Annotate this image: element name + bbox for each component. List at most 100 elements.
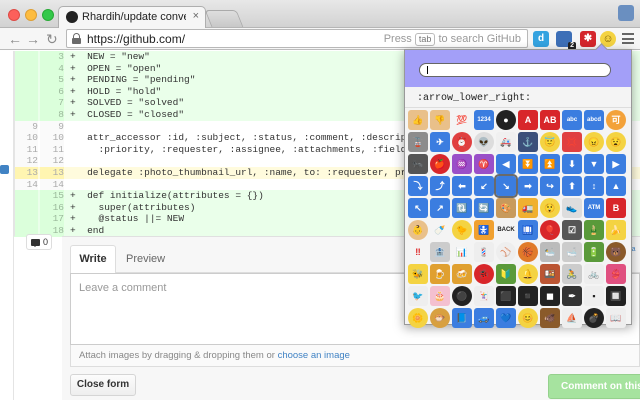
- emoji-blossom-icon[interactable]: 🌼: [408, 308, 428, 328]
- emoji-bomb-icon[interactable]: 💣: [584, 308, 604, 328]
- emoji-b-icon[interactable]: B: [606, 198, 626, 218]
- emoji-arrow-up-small-icon[interactable]: ▲: [606, 176, 626, 196]
- close-window-button[interactable]: [8, 9, 20, 21]
- emoji-baby-icon[interactable]: 👶: [408, 220, 428, 240]
- new-line-number[interactable]: 14: [40, 178, 64, 191]
- emoji-bathtub-icon[interactable]: 🛁: [562, 242, 582, 262]
- choose-image-link[interactable]: choose an image: [278, 350, 350, 361]
- new-line-number[interactable]: 16: [40, 201, 64, 214]
- emoji-bath-icon[interactable]: 🛀: [540, 242, 560, 262]
- emoji-arrow-lower-left-icon[interactable]: ↙: [474, 176, 494, 196]
- old-line-number[interactable]: [14, 108, 38, 121]
- emoji-aerial-tramway-icon[interactable]: 🚡: [408, 132, 428, 152]
- emoji-arrow-down-small-icon[interactable]: ▼: [584, 154, 604, 174]
- emoji-ab-icon[interactable]: AB: [540, 110, 560, 130]
- new-line-number[interactable]: 7: [40, 97, 64, 109]
- comment-submit-button[interactable]: Comment on this l: [548, 374, 640, 399]
- emoji-baby-chick-icon[interactable]: 🐤: [452, 220, 472, 240]
- emoji-bell-icon[interactable]: 🔔: [518, 264, 538, 284]
- emoji-art-icon[interactable]: 🎨: [496, 198, 516, 218]
- emoji-bee-icon[interactable]: 🐝: [408, 264, 428, 284]
- emoji-baggage-claim-icon[interactable]: 🛄: [518, 220, 538, 240]
- emoji-beers-icon[interactable]: 🍻: [452, 264, 472, 284]
- emoji-bird-icon[interactable]: 🐦: [408, 286, 428, 306]
- emoji-angry-icon[interactable]: 😠: [584, 132, 604, 152]
- emoji-boar-icon[interactable]: 🐗: [540, 308, 560, 328]
- emoji-anchor-icon[interactable]: ⚓: [518, 132, 538, 152]
- old-line-number[interactable]: [14, 97, 38, 109]
- emoji-blue-heart-icon[interactable]: 💙: [496, 308, 516, 328]
- emoji-back-icon[interactable]: BACK: [496, 220, 516, 240]
- emoji-arrow-double-down-icon[interactable]: ⏬: [518, 154, 538, 174]
- emoji-arrow-heading-up-icon[interactable]: ⤴: [430, 176, 450, 196]
- emoji-angel-icon[interactable]: 😇: [540, 132, 560, 152]
- emoji-apple-icon[interactable]: 🍎: [430, 154, 450, 174]
- reload-icon[interactable]: ↻: [46, 30, 58, 48]
- add-line-comment-icon[interactable]: [0, 165, 9, 174]
- emoji-8ball-icon[interactable]: ●: [496, 110, 516, 130]
- star-extension-icon[interactable]: ✱: [580, 31, 596, 47]
- emoji-a-icon[interactable]: A: [518, 110, 538, 130]
- old-line-number[interactable]: [14, 190, 38, 202]
- emoji-boat-icon[interactable]: ⛵: [562, 308, 582, 328]
- emoji-barber-icon[interactable]: 💈: [474, 242, 494, 262]
- emoji-arrow-right-icon[interactable]: ➡: [518, 176, 538, 196]
- emoji-baby-symbol-icon[interactable]: 🚼: [474, 220, 494, 240]
- emoji-blue-car-icon[interactable]: 🚙: [474, 308, 494, 328]
- emoji-atm-icon[interactable]: ATM: [584, 198, 604, 218]
- emoji-arrows-counterclockwise-icon[interactable]: 🔄: [474, 198, 494, 218]
- emoji-bamboo-icon[interactable]: 🎍: [584, 220, 604, 240]
- emoji-arrow-backward-icon[interactable]: ◀: [496, 154, 516, 174]
- close-form-button[interactable]: Close form: [70, 374, 136, 396]
- new-line-number[interactable]: 5: [40, 74, 64, 86]
- emoji-anguished-icon[interactable]: 😧: [606, 132, 626, 152]
- emoji-aquarius-icon[interactable]: ♒: [452, 154, 472, 174]
- forward-icon[interactable]: →: [26, 30, 40, 48]
- emoji-astonished-icon[interactable]: 😲: [540, 198, 560, 218]
- old-line-number[interactable]: 9: [14, 120, 38, 133]
- old-line-number[interactable]: [14, 213, 38, 225]
- emoji-bento-icon[interactable]: 🍱: [540, 264, 560, 284]
- d-extension-icon[interactable]: d: [533, 31, 549, 47]
- emoji-arrow-up-down-icon[interactable]: ↕: [584, 176, 604, 196]
- emoji-arrow-left-icon[interactable]: ⬅: [452, 176, 472, 196]
- emoji-arrow-upper-right-icon[interactable]: ↗: [430, 198, 450, 218]
- old-line-number[interactable]: [14, 74, 38, 86]
- emoji-baseball-icon[interactable]: ⚾: [496, 242, 516, 262]
- old-line-number[interactable]: 14: [14, 178, 38, 191]
- emoji-accept-icon[interactable]: 可: [606, 110, 626, 130]
- emoji-arrow-up-icon[interactable]: ⬆: [562, 176, 582, 196]
- old-line-number[interactable]: [14, 51, 38, 63]
- emoji-basketball-icon[interactable]: 🏀: [518, 242, 538, 262]
- emoji-baby-bottle-icon[interactable]: 🍼: [430, 220, 450, 240]
- menu-icon[interactable]: [622, 33, 634, 44]
- emoji-abcd-icon[interactable]: abcd: [584, 110, 604, 130]
- new-line-number[interactable]: 3: [40, 51, 64, 63]
- new-line-number[interactable]: 10: [40, 132, 64, 144]
- emoji-black-small-square-icon[interactable]: ▪: [584, 286, 604, 306]
- emoji-blue-book-icon[interactable]: 📘: [452, 308, 472, 328]
- emoji-thumbsup-icon[interactable]: 👍: [408, 110, 428, 130]
- new-line-number[interactable]: 13: [40, 166, 64, 179]
- emoji-1234-icon[interactable]: 1234: [474, 110, 494, 130]
- emoji-blowfish-icon[interactable]: 🐡: [430, 308, 450, 328]
- emoji-black-square-button-icon[interactable]: 🔲: [606, 286, 626, 306]
- emoji-ballot-box-with-check-icon[interactable]: ☑: [562, 220, 582, 240]
- emoji-arrow-double-up-icon[interactable]: ⏫: [540, 154, 560, 174]
- old-line-number[interactable]: 12: [14, 155, 38, 167]
- emoji-black-large-square-icon[interactable]: ⬛: [496, 286, 516, 306]
- emoji-arrow-lower-right-icon[interactable]: ↘: [494, 174, 518, 198]
- emoji-athletic-shoe-icon[interactable]: 👟: [562, 198, 582, 218]
- emoji-thumbsdown-icon[interactable]: 👎: [430, 110, 450, 130]
- emoji-bangbang-icon[interactable]: ‼: [408, 242, 428, 262]
- emoji-arrows-clockwise-icon[interactable]: 🔃: [452, 198, 472, 218]
- emoji-beetle-icon[interactable]: 🐞: [474, 264, 494, 284]
- emoji-alien-icon[interactable]: 👽: [474, 132, 494, 152]
- new-line-number[interactable]: 17: [40, 213, 64, 225]
- tab-preview[interactable]: Preview: [126, 247, 165, 271]
- emoji-beer-icon[interactable]: 🍺: [430, 264, 450, 284]
- new-line-number[interactable]: 9: [40, 120, 64, 133]
- old-line-number[interactable]: [14, 62, 38, 75]
- emoji-alarm-clock-icon[interactable]: ⏰: [452, 132, 472, 152]
- new-line-number[interactable]: 11: [40, 143, 64, 156]
